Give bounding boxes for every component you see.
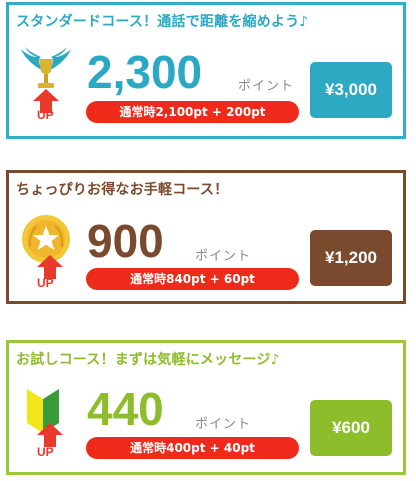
points-breakdown: 通常時400pt + 40pt [86, 437, 299, 459]
buy-button[interactable]: ¥600 [310, 400, 392, 456]
plan-title: お試しコース！まずは気軽にメッセージ♪ [16, 352, 280, 368]
points-unit: ポイント [195, 249, 252, 264]
gold-star-medal-icon [17, 211, 75, 283]
beginner-mark-icon [17, 381, 75, 453]
plan-card-standard: スタンダードコース！通話で距離を縮めよう♪ UP 2,300 ポイント 通常時2… [6, 2, 406, 139]
points-value: 2,300 [87, 46, 203, 98]
winged-trophy-icon [17, 45, 75, 117]
plan-card-trial: お試しコース！まずは気軽にメッセージ♪ UP 440 ポイント 通常時400pt… [6, 340, 406, 475]
plan-title: ちょっぴりお得なお手軽コース！ [16, 182, 229, 198]
points-breakdown: 通常時840pt + 60pt [86, 268, 299, 290]
up-label: UP [37, 108, 54, 122]
buy-button[interactable]: ¥1,200 [310, 230, 392, 286]
points-value: 900 [87, 215, 164, 267]
up-label: UP [37, 445, 54, 459]
points-breakdown: 通常時2,100pt + 200pt [86, 101, 299, 123]
buy-button[interactable]: ¥3,000 [310, 62, 392, 118]
points-unit: ポイント [195, 417, 252, 432]
points-value: 440 [87, 383, 164, 435]
up-label: UP [37, 276, 54, 290]
points-unit: ポイント [238, 79, 295, 94]
plan-title: スタンダードコース！通話で距離を縮めよう♪ [16, 14, 309, 30]
plan-card-casual: ちょっぴりお得なお手軽コース！ UP 900 ポイント 通常時840pt + 6… [6, 170, 406, 304]
